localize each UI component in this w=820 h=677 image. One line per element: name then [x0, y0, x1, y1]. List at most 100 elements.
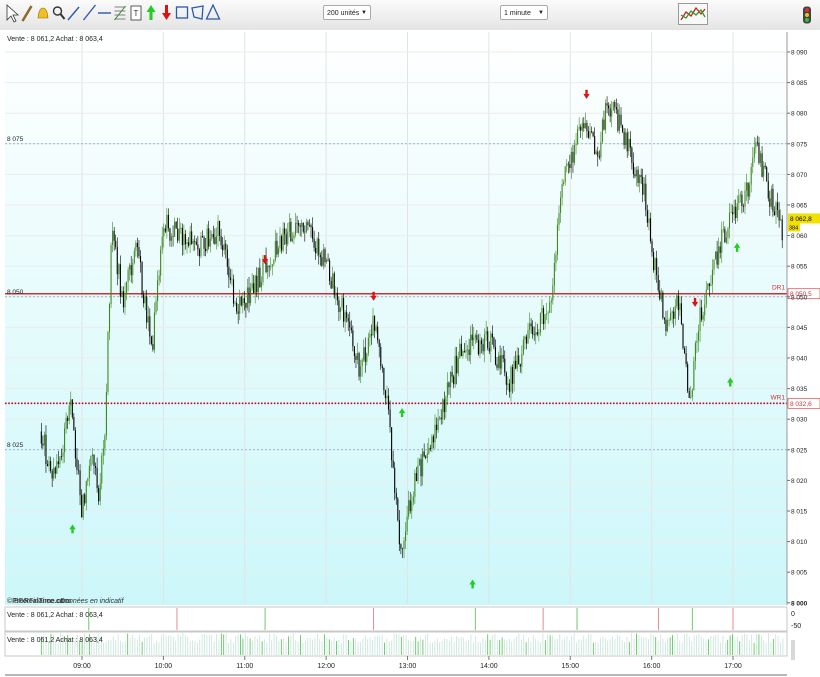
scroll-handle[interactable] [791, 640, 795, 660]
bear-candle [688, 391, 690, 398]
bull-candle [660, 292, 662, 300]
quantity-select[interactable]: 200 unités ▼ [323, 5, 371, 20]
cursor-icon[interactable] [6, 4, 20, 23]
bear-candle [456, 355, 458, 374]
price-tick-label: 8 030 [791, 417, 808, 424]
bear-candle [634, 174, 636, 177]
triangle-icon[interactable] [205, 3, 221, 20]
indicators-icon[interactable] [678, 3, 708, 25]
bear-candle [318, 238, 320, 256]
bull-candle [763, 165, 765, 177]
bear-candle [583, 123, 585, 129]
bull-candle [192, 241, 194, 244]
time-tick-label: 11:00 [236, 663, 253, 670]
bear-candle [508, 383, 510, 392]
bear-candle [321, 257, 323, 266]
bull-candle [287, 231, 289, 245]
bear-candle [626, 132, 628, 152]
bull-candle [242, 298, 244, 306]
bear-candle [381, 366, 383, 368]
bull-candle [570, 152, 572, 169]
bear-candle [355, 356, 357, 360]
bear-candle [425, 456, 427, 458]
bear-candle [620, 114, 622, 126]
bull-candle [484, 334, 486, 352]
bear-candle [152, 343, 154, 350]
bull-candle [752, 157, 754, 167]
bull-candle [132, 263, 134, 276]
zoom-icon[interactable] [52, 6, 66, 20]
bull-candle [755, 142, 757, 148]
bear-candle [659, 290, 661, 300]
sub-panel-1 [4, 606, 788, 632]
bull-candle [211, 234, 213, 239]
bear-candle [598, 156, 600, 158]
bull-candle [356, 353, 359, 360]
level-price-WR1: 8 032,6 [790, 401, 812, 408]
bell-shape [37, 7, 49, 19]
trend-line-icon[interactable] [67, 6, 80, 21]
bull-candle [322, 249, 324, 266]
bear-candle [597, 151, 599, 157]
bull-candle [721, 229, 723, 253]
bull-candle [730, 212, 732, 213]
fibonacci-icon[interactable] [114, 5, 126, 21]
pencil-icon[interactable] [21, 5, 33, 22]
buy-arrow-shaft [735, 247, 739, 252]
sell-arrow-icon[interactable] [162, 5, 171, 20]
bull-candle [694, 342, 696, 361]
bull-candle [157, 280, 159, 302]
bull-candle [558, 213, 560, 225]
bear-candle [617, 109, 619, 131]
bull-candle [552, 285, 554, 301]
bear-candle [164, 228, 166, 232]
bull-candle [200, 236, 202, 257]
bear-candle [682, 323, 684, 349]
bull-candle [612, 101, 614, 111]
bull-candle [550, 300, 552, 303]
traffic-light-icon[interactable] [800, 6, 814, 24]
bull-candle [671, 311, 673, 313]
drawing-tools: T [6, 3, 221, 23]
bear-candle [336, 292, 338, 301]
bear-candle [222, 245, 224, 251]
bull-candle [618, 114, 621, 131]
bear-candle [232, 279, 235, 304]
bear-candle [476, 335, 478, 340]
bear-candle [50, 461, 52, 471]
bear-candle [177, 228, 179, 241]
bull-candle [155, 301, 157, 313]
bear-candle [724, 228, 726, 243]
level-name-WR1: WR1 [771, 394, 786, 401]
polygon-icon[interactable] [191, 5, 204, 20]
rectangle-icon[interactable] [175, 6, 189, 19]
bear-candle [732, 212, 734, 215]
bear-candle [701, 307, 703, 320]
buy-arrow-icon[interactable] [146, 5, 156, 20]
bear-candle [268, 265, 270, 267]
bear-candle [572, 152, 574, 163]
bear-candle [327, 259, 329, 261]
bear-candle [649, 218, 652, 242]
bear-candle [378, 340, 380, 347]
bear-candle [113, 230, 115, 241]
bear-candle [767, 181, 769, 199]
bull-candle [260, 282, 262, 288]
ray-line-icon[interactable] [82, 4, 97, 21]
bear-candle [463, 351, 466, 353]
watermark-note: Données en indicatif [60, 598, 124, 605]
alert-bell-icon[interactable] [37, 7, 49, 19]
bear-candle [346, 312, 348, 319]
bull-candle [457, 357, 459, 374]
bear-candle [198, 249, 200, 257]
price-chart[interactable]: DR18 050,5WR18 032,68 062,8384 8 0908 08… [0, 30, 820, 677]
period-select[interactable]: 1 minute ▼ [500, 5, 548, 20]
bull-candle [718, 246, 720, 265]
bull-candle [704, 304, 706, 316]
note-icon[interactable]: T [130, 5, 142, 21]
bear-candle [542, 308, 545, 324]
bull-candle [711, 269, 714, 285]
bear-candle [228, 266, 230, 278]
zoom-lens [52, 6, 63, 16]
bull-candle [556, 224, 559, 255]
